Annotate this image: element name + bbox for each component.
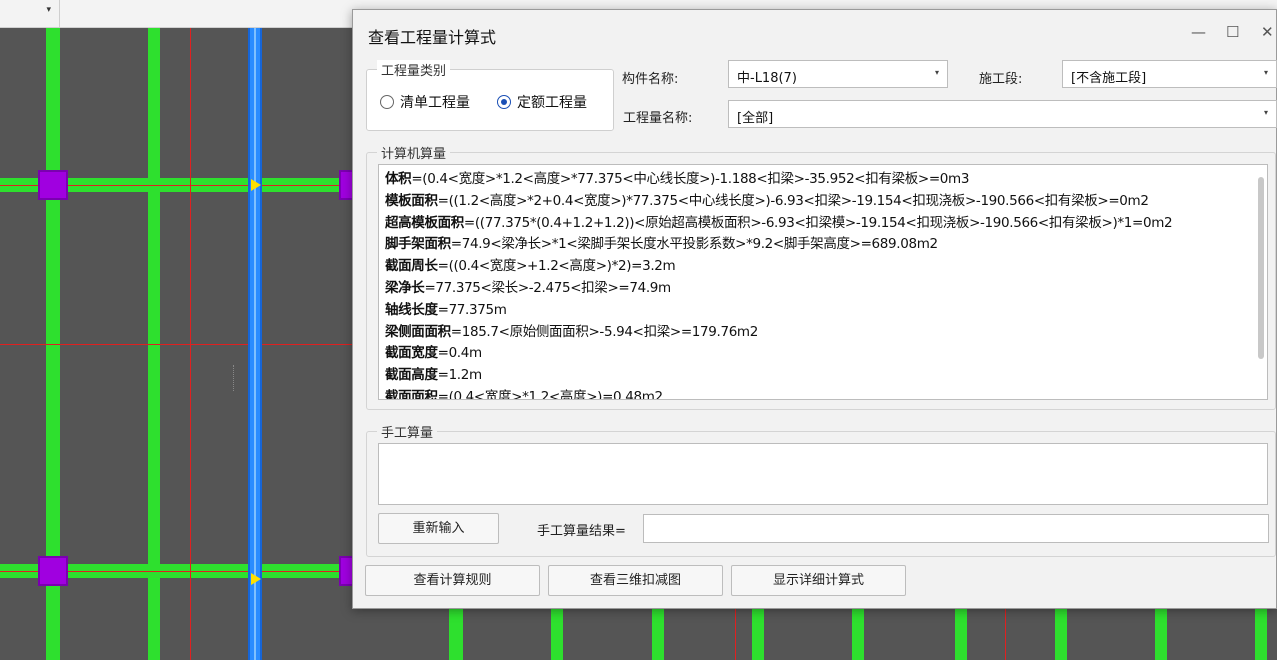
component-name-select[interactable]: 中-L18(7) ▾	[728, 60, 948, 88]
chevron-down-icon: ▾	[934, 68, 939, 77]
vertical-scrollbar[interactable]	[1258, 177, 1264, 359]
chevron-down-icon: ▾	[1263, 68, 1268, 77]
quantity-name-select[interactable]: [全部] ▾	[728, 100, 1277, 128]
formula-line: 截面周长=((0.4<宽度>+1.2<高度>)*2)=3.2m	[385, 258, 676, 275]
quantity-category-legend: 工程量类别	[377, 60, 451, 79]
manual-result-label: 手工算量结果=	[537, 524, 626, 539]
splitter-handle[interactable]	[233, 365, 239, 391]
quantity-name-value: [全部]	[737, 111, 774, 126]
formula-line: 轴线长度=77.375m	[385, 301, 507, 318]
reenter-button[interactable]: 重新输入	[378, 513, 499, 544]
radio-bill-quantity[interactable]: 清单工程量	[380, 92, 470, 112]
column-block[interactable]	[38, 556, 68, 586]
formula-line: 截面面积=(0.4<宽度>*1.2<高度>)=0.48m2	[385, 388, 663, 400]
formula-line: 梁净长=77.375<梁长>-2.475<扣梁>=74.9m	[385, 279, 671, 296]
manual-formula-input[interactable]	[378, 443, 1268, 505]
radio-label: 定额工程量	[517, 95, 587, 111]
radio-label: 清单工程量	[400, 95, 470, 111]
radio-quota-quantity[interactable]: 定额工程量	[497, 92, 587, 112]
formula-line: 模板面积=((1.2<高度>*2+0.4<宽度>)*77.375<中心线长度>)…	[385, 192, 1149, 209]
floor-dropdown[interactable]: ▾	[0, 0, 60, 27]
formula-line: 超高模板面积=((77.375*(0.4+1.2+1.2))<原始超高模板面积>…	[385, 214, 1173, 231]
manual-result-field[interactable]	[643, 514, 1269, 543]
computed-quantity-group: 计算机算量 体积=(0.4<宽度>*1.2<高度>*77.375<中心线长度>)…	[366, 143, 1276, 410]
formula-line: 截面高度=1.2m	[385, 367, 482, 384]
direction-arrow-icon	[251, 573, 261, 585]
formula-text-area[interactable]: 体积=(0.4<宽度>*1.2<高度>*77.375<中心线长度>)-1.188…	[378, 164, 1268, 400]
manual-quantity-legend: 手工算量	[377, 422, 438, 441]
construction-stage-select[interactable]: [不含施工段] ▾	[1062, 60, 1277, 88]
chevron-down-icon: ▾	[46, 5, 51, 15]
dialog-title: 查看工程量计算式	[368, 28, 497, 47]
minimize-button[interactable]: —	[1191, 23, 1206, 41]
component-name-value: 中-L18(7)	[737, 71, 797, 86]
formula-line: 脚手架面积=74.9<梁净长>*1<梁脚手架长度水平投影系数>*9.2<脚手架高…	[385, 236, 938, 253]
view-3d-deduction-button[interactable]: 查看三维扣减图	[548, 565, 723, 596]
computed-quantity-legend: 计算机算量	[377, 143, 451, 162]
show-detail-formula-button[interactable]: 显示详细计算式	[731, 565, 906, 596]
component-name-label: 构件名称:	[622, 72, 679, 87]
formula-line: 体积=(0.4<宽度>*1.2<高度>*77.375<中心线长度>)-1.188…	[385, 171, 970, 187]
manual-quantity-group: 手工算量 重新输入 手工算量结果=	[366, 422, 1276, 557]
axis-line-horizontal	[0, 344, 352, 345]
close-button[interactable]: ✕	[1261, 23, 1274, 41]
radio-checked-icon	[497, 95, 511, 109]
chevron-down-icon: ▾	[1263, 108, 1268, 117]
view-calc-rules-button[interactable]: 查看计算规则	[365, 565, 540, 596]
quantity-name-label: 工程量名称:	[623, 111, 693, 126]
formula-line: 截面宽度=0.4m	[385, 345, 482, 362]
direction-arrow-icon	[251, 179, 261, 191]
formula-line: 梁侧面面积=185.7<原始侧面面积>-5.94<扣梁>=179.76m2	[385, 323, 758, 340]
radio-unchecked-icon	[380, 95, 394, 109]
construction-stage-label: 施工段:	[979, 72, 1023, 87]
quantity-category-group: 工程量类别 清单工程量 定额工程量	[366, 60, 614, 131]
column-block[interactable]	[38, 170, 68, 200]
quantity-formula-dialog: 查看工程量计算式 — ☐ ✕ 工程量类别 清单工程量 定额工程量 构件名称: 中…	[352, 9, 1277, 609]
maximize-button[interactable]: ☐	[1226, 23, 1239, 41]
construction-stage-value: [不含施工段]	[1071, 71, 1147, 86]
selected-beam[interactable]	[248, 28, 262, 660]
